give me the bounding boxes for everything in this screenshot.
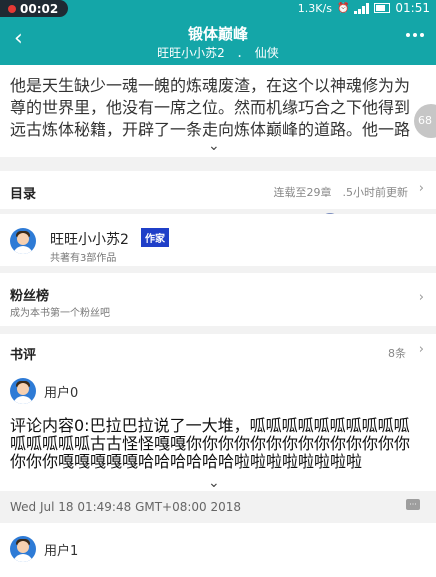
review-content[interactable]: 评论内容0:巴拉巴拉说了一大堆，呱呱呱呱呱呱呱呱呱呱呱呱呱呱呱古古怪怪嘎嘎你你你… xyxy=(10,417,420,471)
chevron-right-icon: › xyxy=(418,342,424,357)
comment-icon[interactable]: ··· xyxy=(406,499,420,510)
fans-title: 粉丝榜 xyxy=(10,289,50,304)
review-username: 用户1 xyxy=(44,544,79,559)
catalog-title: 目录 xyxy=(10,187,37,202)
author-name: 旺旺小小苏2 xyxy=(50,232,129,248)
author-row[interactable]: 旺旺小小苏2 作家 共著有3部作品 xyxy=(0,214,436,266)
network-speed: 1.3K/s xyxy=(297,1,332,15)
catalog-update-info: 连载至29章 .5小时前更新 xyxy=(273,186,409,199)
book-title: 锻体巅峰 xyxy=(187,25,248,43)
expand-chevron-icon[interactable]: ⌄ xyxy=(208,475,220,491)
review-username: 用户0 xyxy=(44,386,79,401)
reviews-title: 书评 xyxy=(10,348,37,363)
call-timer-pill[interactable]: 00:02 xyxy=(0,0,68,17)
author-badge: 作家 xyxy=(141,228,169,247)
book-intro[interactable]: 他是天生缺少一魂一魄的炼魂废渣，在这个以神魂修为为尊的世界里，他没有一席之位。然… xyxy=(0,65,436,157)
reviews-count: 8条 xyxy=(388,347,406,360)
call-timer: 00:02 xyxy=(20,1,59,16)
user-avatar xyxy=(10,536,36,562)
review-footer: Wed Jul 18 01:49:48 GMT+08:00 2018 ··· xyxy=(0,491,436,523)
intro-text: 他是天生缺少一魂一魄的炼魂废渣，在这个以神魂修为为尊的世界里，他没有一席之位。然… xyxy=(10,76,411,139)
reviews-header[interactable]: 书评 8条 › xyxy=(0,334,436,364)
book-subtitle: 旺旺小小苏2 ． 仙侠 xyxy=(157,46,279,60)
battery-icon xyxy=(374,3,391,13)
clock: 01:51 xyxy=(395,1,430,15)
review-item: 用户1 xyxy=(0,523,436,577)
review-date: Wed Jul 18 01:49:48 GMT+08:00 2018 xyxy=(10,500,242,514)
author-works: 共著有3部作品 xyxy=(50,253,117,264)
catalog-row[interactable]: 目录 连载至29章 .5小时前更新 › xyxy=(0,171,436,209)
alarm-icon: ⏰ xyxy=(336,2,350,14)
app-bar: ‹ 锻体巅峰 旺旺小小苏2 ． 仙侠 xyxy=(0,17,436,65)
fans-subtitle: 成为本书第一个粉丝吧 xyxy=(10,308,110,319)
chevron-right-icon: › xyxy=(418,181,424,196)
fans-row[interactable]: 粉丝榜 成为本书第一个粉丝吧 › xyxy=(0,273,436,326)
chevron-right-icon: › xyxy=(418,290,424,305)
signal-icon xyxy=(354,2,370,14)
status-bar: 00:02 1.3K/s ⏰ 01:51 xyxy=(0,0,436,17)
user-avatar xyxy=(10,378,36,404)
recording-dot-icon xyxy=(8,4,16,13)
more-options-icon[interactable] xyxy=(406,33,424,37)
expand-chevron-icon[interactable]: ⌄ xyxy=(208,138,220,154)
author-avatar xyxy=(10,228,36,254)
